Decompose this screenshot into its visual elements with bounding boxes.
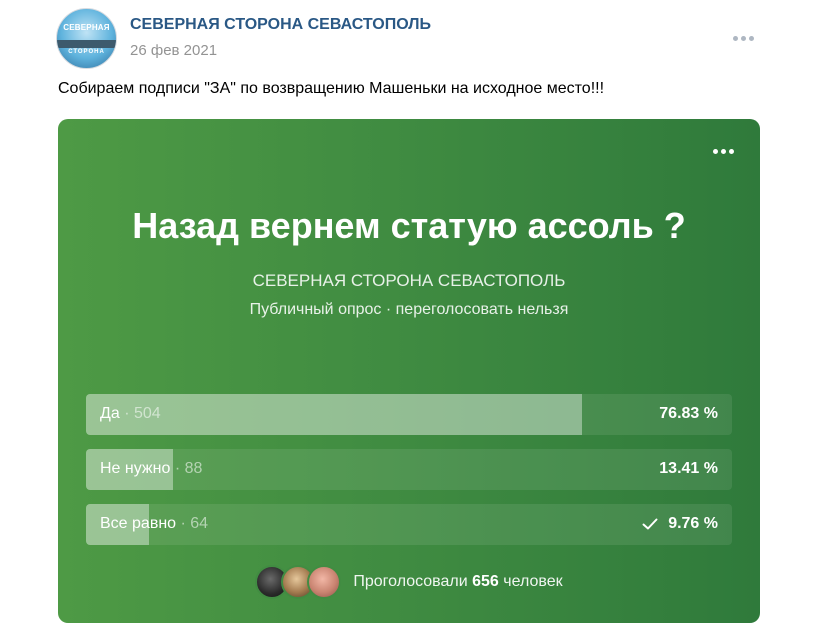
poll-question: Назад вернем статую ассоль ?	[132, 205, 686, 246]
poll-answer-count: · 88	[174, 460, 203, 477]
poll-more-button[interactable]	[708, 145, 738, 157]
poll-answer[interactable]: Не нужно · 88 13.41 %	[86, 449, 732, 490]
poll-card: Назад вернем статую ассоль ? СЕВЕРНАЯ СТ…	[58, 119, 760, 623]
avatar-logo-bottom: СТОРОНА	[68, 49, 105, 55]
more-horizontal-icon	[732, 35, 738, 41]
community-avatar[interactable]: СЕВЕРНАЯ СТОРОНА	[56, 8, 117, 69]
more-horizontal-icon	[712, 148, 718, 154]
voters-count-link[interactable]: Проголосовали 656 человек	[353, 573, 562, 591]
poll-answer-count: · 504	[124, 405, 161, 422]
voter-avatar[interactable]	[307, 565, 342, 599]
poll-meta: Публичный опрос · переголосовать нельзя	[249, 301, 569, 318]
poll-author[interactable]: СЕВЕРНАЯ СТОРОНА СЕВАСТОПОЛЬ	[58, 271, 760, 291]
wall-post: СЕВЕРНАЯ СТОРОНА СЕВЕРНАЯ СТОРОНА СЕВАСТ…	[0, 0, 813, 635]
voters-count: 656	[472, 573, 499, 590]
voter-avatars[interactable]	[255, 565, 342, 599]
poll-answer-percent: 9.76 %	[668, 515, 718, 532]
poll-answers: Да · 504 76.83 % Не нужно · 88 13.41 % В…	[86, 394, 732, 559]
post-text: Собираем подписи "ЗА" по возвращению Маш…	[58, 80, 605, 97]
poll-answer-voted[interactable]: Все равно · 64 9.76 %	[86, 504, 732, 545]
poll-answer-count: · 64	[180, 515, 209, 532]
poll-answer-percent: 76.83 %	[659, 405, 718, 422]
check-icon	[642, 518, 658, 530]
post-more-button[interactable]	[728, 30, 758, 46]
avatar-logo-top: СЕВЕРНАЯ	[63, 23, 110, 32]
poll-answer-label: Все равно · 64	[100, 515, 209, 532]
poll-answer[interactable]: Да · 504 76.83 %	[86, 394, 732, 435]
poll-answer-label: Да · 504	[100, 405, 161, 422]
avatar-band	[57, 40, 116, 48]
poll-answer-percent: 13.41 %	[659, 460, 718, 477]
poll-answer-label: Не нужно · 88	[100, 460, 203, 477]
post-author-link[interactable]: СЕВЕРНАЯ СТОРОНА СЕВАСТОПОЛЬ	[130, 16, 431, 34]
poll-voters: Проголосовали 656 человек	[58, 565, 760, 599]
post-date-link[interactable]: 26 фев 2021	[130, 42, 217, 59]
